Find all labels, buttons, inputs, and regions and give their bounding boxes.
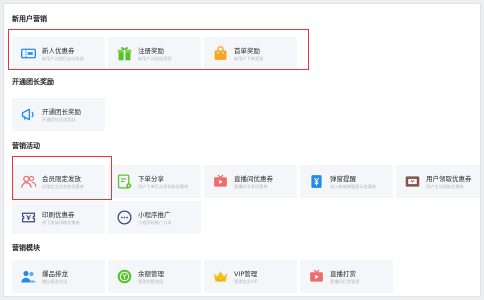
card-name: 首单奖励 xyxy=(234,47,260,55)
gift-icon xyxy=(116,45,133,62)
card-desc: 用户下单后分享领取优惠券 xyxy=(138,184,189,189)
megaphone-icon xyxy=(20,106,37,123)
section-title-marketing-modules: 营销模块 xyxy=(12,244,40,252)
coin-icon xyxy=(116,268,133,285)
card-order-share[interactable]: 下单分享 用户下单后分享领取优惠券 xyxy=(108,165,201,198)
card-team-leader-reward[interactable]: 开通团长奖励 开通团长后送奖励 xyxy=(12,98,105,131)
crown-icon xyxy=(212,268,229,285)
chat-bubble-icon xyxy=(116,209,133,226)
share-doc-icon xyxy=(116,173,133,190)
users-icon xyxy=(20,173,37,190)
card-popup-reminder[interactable]: 弹窗提醒 进入商城弹窗提示优惠券 xyxy=(300,165,393,198)
card-first-order-reward[interactable]: 首单奖励 新用户下单奖励 xyxy=(204,37,297,70)
card-name: 注册奖励 xyxy=(138,47,164,55)
card-desc: 新用户注册后自动发放 xyxy=(42,56,84,61)
section-title-marketing-activities: 营销活动 xyxy=(12,142,40,150)
card-name: 弹窗提醒 xyxy=(330,175,356,183)
card-register-reward[interactable]: 注册奖励 新用户注册送奖励 xyxy=(108,37,201,70)
users-icon xyxy=(20,268,37,285)
card-desc: 新用户注册送奖励 xyxy=(138,56,172,61)
card-user-claim-coupon[interactable]: 用户领取优惠券 用户主动领取优惠券 xyxy=(396,165,480,198)
yuan-tag-icon xyxy=(308,173,325,190)
card-member-exclusive[interactable]: 会员限定发放 对指定会员发放优惠券 xyxy=(12,165,105,198)
card-name: 用户领取优惠券 xyxy=(426,175,472,183)
card-desc: 线下发放印刷优惠券 xyxy=(42,220,80,225)
card-name: 直播间优惠券 xyxy=(234,175,273,183)
section-title-new-user: 新用户营销 xyxy=(12,15,47,23)
ticket-icon xyxy=(20,45,37,62)
card-live-coupon[interactable]: 直播间优惠券 直播间专享优惠券 xyxy=(204,165,297,198)
card-vip-management[interactable]: VIP管理 管理会员VIP xyxy=(204,260,297,293)
card-name: 爆品排龙 xyxy=(42,270,68,278)
card-desc: 管理会员VIP xyxy=(234,279,258,284)
marketing-panel: 新用户营销 新人优惠券 新用户注册后自动发放 注册奖励 新用户注册送奖励 首单奖… xyxy=(3,3,481,297)
card-desc: 管理余额充值 xyxy=(138,279,164,284)
card-hot-item-relay[interactable]: 爆品排龙 爆品接龙活动 xyxy=(12,260,105,293)
card-new-user-coupon[interactable]: 新人优惠券 新用户注册后自动发放 xyxy=(12,37,105,70)
card-name: 小程序推广 xyxy=(138,211,171,219)
card-name: 余额管理 xyxy=(138,270,164,278)
card-desc: 直播间专享优惠券 xyxy=(234,184,268,189)
live-tv-icon xyxy=(308,268,325,285)
card-desc: 对指定会员发放优惠券 xyxy=(42,184,84,189)
card-desc: 新用户下单奖励 xyxy=(234,56,264,61)
card-printed-coupon[interactable]: 印刷优惠券 线下发放印刷优惠券 xyxy=(12,201,105,234)
card-desc: 小程序码推广分享 xyxy=(138,220,172,225)
card-desc: 直播间打赏管理 xyxy=(330,279,360,284)
card-name: 会员限定发放 xyxy=(42,175,81,183)
section-title-team-leader: 开通团长奖励 xyxy=(12,78,54,86)
card-name: 下单分享 xyxy=(138,175,164,183)
card-desc: 爆品接龙活动 xyxy=(42,279,68,284)
live-tv-icon xyxy=(212,173,229,190)
card-name: 直播打赏 xyxy=(330,270,356,278)
card-balance-management[interactable]: 余额管理 管理余额充值 xyxy=(108,260,201,293)
card-name: 开通团长奖励 xyxy=(42,108,81,116)
card-name: 印刷优惠券 xyxy=(42,211,75,219)
card-live-tipping[interactable]: 直播打赏 直播间打赏管理 xyxy=(300,260,393,293)
card-desc: 开通团长后送奖励 xyxy=(42,117,76,122)
card-name: 新人优惠券 xyxy=(42,47,75,55)
print-ticket-icon xyxy=(20,209,37,226)
card-mini-program-promo[interactable]: 小程序推广 小程序码推广分享 xyxy=(108,201,201,234)
card-desc: 进入商城弹窗提示优惠券 xyxy=(330,184,377,189)
shopping-bag-icon xyxy=(212,45,229,62)
card-name: VIP管理 xyxy=(234,270,258,278)
card-desc: 用户主动领取优惠券 xyxy=(426,184,464,189)
coupon-box-icon xyxy=(404,173,421,190)
